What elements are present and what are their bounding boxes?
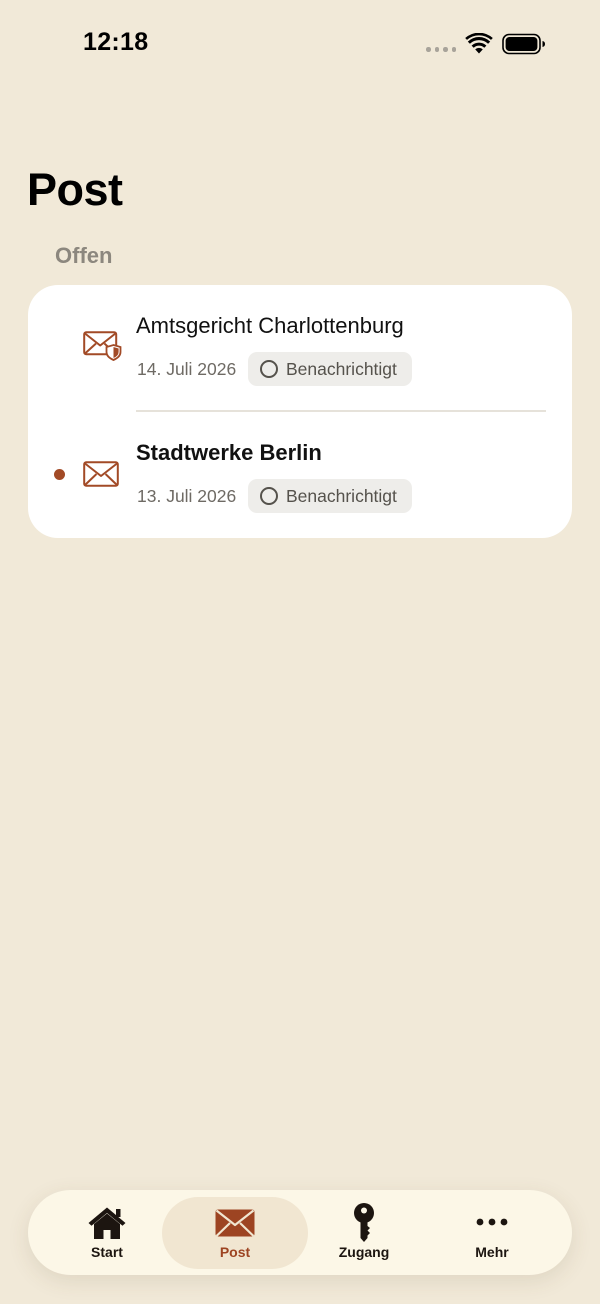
unread-indicator [54,469,65,480]
mail-icon [215,1209,255,1237]
mail-sender: Amtsgericht Charlottenburg [136,313,404,338]
section-label-open: Offen [55,243,113,268]
battery-icon [502,33,545,55]
status-time: 12:18 [83,28,149,56]
status-badge-label: Benachrichtigt [286,359,397,379]
home-icon [88,1207,126,1239]
tab-mehr[interactable]: Mehr [419,1197,565,1269]
wifi-icon [465,33,493,54]
page-title: Post [27,164,123,215]
tab-label: Mehr [475,1244,509,1260]
tab-post[interactable]: Post [162,1197,308,1269]
tab-label: Start [91,1244,123,1260]
tab-label: Zugang [338,1244,390,1260]
cellular-signal-icon [426,47,456,52]
tab-start[interactable]: Start [34,1197,180,1269]
key-icon [354,1203,374,1242]
mail-list-item[interactable]: Amtsgericht Charlottenburg 14. Juli 2026… [28,285,572,411]
mail-sender: Stadtwerke Berlin [136,440,322,465]
tab-label: Post [219,1244,251,1260]
status-circle-icon [260,487,278,505]
more-icon [476,1218,508,1226]
mail-date: 14. Juli 2026 [137,359,237,379]
tab-zugang[interactable]: Zugang [291,1197,437,1269]
status-badge: Benachrichtigt [248,352,412,386]
mail-list-card: Amtsgericht Charlottenburg 14. Juli 2026… [28,285,572,538]
status-badge-label: Benachrichtigt [286,486,397,506]
mail-icon [83,461,119,487]
status-badge: Benachrichtigt [248,479,412,513]
mail-date: 13. Juli 2026 [137,486,237,506]
status-bar: 12:18 [0,0,600,90]
tab-bar: Start Post Zugang Mehr [28,1190,572,1275]
shielded-mail-icon [83,331,122,361]
status-circle-icon [260,360,278,378]
